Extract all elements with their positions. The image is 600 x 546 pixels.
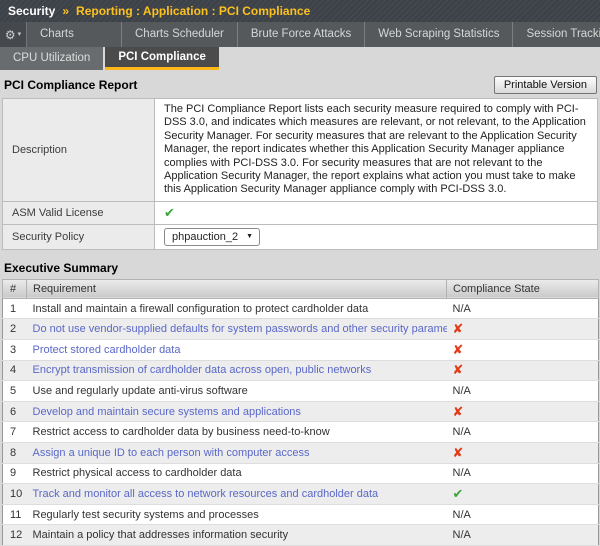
requirement-text: Regularly test security systems and proc… <box>33 509 259 521</box>
compliance-state-na: N/A <box>453 385 471 397</box>
requirement-number: 11 <box>3 504 27 525</box>
compliance-fail-x-icon: ✘ <box>453 321 464 336</box>
breadcrumb-separator-icon: » <box>62 4 69 18</box>
select-caret-icon: ▼ <box>246 233 253 240</box>
summary-section-header: Executive Summary <box>2 250 598 279</box>
printable-version-button[interactable]: Printable Version <box>494 76 597 94</box>
summary-row: 10 Track and monitor all access to networ… <box>3 484 599 505</box>
requirement-number: 3 <box>3 340 27 361</box>
summary-row: 9 Restrict physical access to cardholder … <box>3 463 599 484</box>
valid-license-check-icon: ✔ <box>164 205 175 220</box>
secondary-tabs: CPU UtilizationPCI Compliance <box>0 47 221 70</box>
compliance-pass-check-icon: ✔ <box>453 486 464 501</box>
requirement-number: 7 <box>3 422 27 443</box>
security-policy-selected-value: phpauction_2 <box>172 231 238 243</box>
breadcrumb-path: Reporting : Application : PCI Compliance <box>76 4 310 18</box>
summary-row: 2 Do not use vendor-supplied defaults for… <box>3 319 599 340</box>
compliance-fail-x-icon: ✘ <box>453 445 464 460</box>
compliance-fail-x-icon: ✘ <box>453 362 464 377</box>
tab-charts[interactable]: Charts <box>27 22 122 47</box>
primary-tab-bar: ⚙ ▾ ChartsCharts SchedulerBrute Force At… <box>0 22 600 47</box>
summary-row: 5 Use and regularly update anti-virus sof… <box>3 381 599 402</box>
requirement-text: Install and maintain a firewall configur… <box>33 303 369 315</box>
gear-icon: ⚙ <box>5 29 16 41</box>
requirement-number: 10 <box>3 484 27 505</box>
requirement-link[interactable]: Assign a unique ID to each person with c… <box>33 447 310 459</box>
requirement-number: 1 <box>3 298 27 319</box>
col-header-requirement: Requirement <box>27 279 447 298</box>
summary-row: 8 Assign a unique ID to each person with … <box>3 443 599 464</box>
description-row: Description The PCI Compliance Report li… <box>3 99 598 202</box>
tab-session-tracking-status[interactable]: Session Tracking Status <box>513 22 600 47</box>
compliance-fail-x-icon: ✘ <box>453 404 464 419</box>
tab-cpu-utilization[interactable]: CPU Utilization <box>0 47 103 70</box>
page-content: PCI Compliance Report Printable Version … <box>0 70 600 546</box>
compliance-fail-x-icon: ✘ <box>453 342 464 357</box>
report-section-header: PCI Compliance Report Printable Version <box>2 70 598 98</box>
tab-pci-compliance[interactable]: PCI Compliance <box>105 47 219 70</box>
summary-row: 11 Regularly test security systems and pr… <box>3 504 599 525</box>
requirement-text: Restrict access to cardholder data by bu… <box>33 426 330 438</box>
tab-web-scraping-statistics[interactable]: Web Scraping Statistics <box>365 22 513 47</box>
breadcrumb: Security » Reporting : Application : PCI… <box>0 0 600 22</box>
col-header-number: # <box>3 279 27 298</box>
pci-report-table: Description The PCI Compliance Report li… <box>2 98 598 250</box>
summary-row: 12 Maintain a policy that addresses infor… <box>3 525 599 546</box>
primary-tabs: ChartsCharts SchedulerBrute Force Attack… <box>27 22 600 47</box>
requirement-text: Use and regularly update anti-virus soft… <box>33 385 248 397</box>
breadcrumb-section[interactable]: Security <box>8 4 55 18</box>
secondary-tab-bar: CPU UtilizationPCI Compliance <box>0 47 600 70</box>
compliance-state-na: N/A <box>453 303 471 315</box>
security-policy-label: Security Policy <box>3 224 155 249</box>
description-label: Description <box>3 99 155 202</box>
requirement-number: 2 <box>3 319 27 340</box>
summary-row: 6 Develop and maintain secure systems and… <box>3 401 599 422</box>
executive-summary-table: # Requirement Compliance State 1 Install … <box>2 279 599 546</box>
compliance-state-na: N/A <box>453 509 471 521</box>
compliance-state-na: N/A <box>453 426 471 438</box>
requirement-number: 8 <box>3 443 27 464</box>
requirement-text: Maintain a policy that addresses informa… <box>33 529 289 541</box>
asm-license-label: ASM Valid License <box>3 201 155 224</box>
requirement-number: 9 <box>3 463 27 484</box>
requirement-number: 5 <box>3 381 27 402</box>
summary-row: 3 Protect stored cardholder data ✘ <box>3 340 599 361</box>
compliance-state-na: N/A <box>453 467 471 479</box>
requirement-link[interactable]: Develop and maintain secure systems and … <box>33 406 301 418</box>
summary-row: 7 Restrict access to cardholder data by b… <box>3 422 599 443</box>
summary-row: 4 Encrypt transmission of cardholder data… <box>3 360 599 381</box>
requirement-text: Restrict physical access to cardholder d… <box>33 467 242 479</box>
requirement-link[interactable]: Encrypt transmission of cardholder data … <box>33 364 372 376</box>
compliance-state-na: N/A <box>453 529 471 541</box>
requirement-link[interactable]: Do not use vendor-supplied defaults for … <box>33 323 447 335</box>
summary-title: Executive Summary <box>4 261 597 275</box>
summary-row: 1 Install and maintain a firewall configu… <box>3 298 599 319</box>
summary-header-row: # Requirement Compliance State <box>3 279 599 298</box>
security-policy-row: Security Policy phpauction_2 ▼ <box>3 224 598 249</box>
gear-menu-button[interactable]: ⚙ ▾ <box>0 22 27 47</box>
chevron-down-icon: ▾ <box>18 31 22 38</box>
col-header-compliance-state: Compliance State <box>447 279 599 298</box>
asm-license-row: ASM Valid License ✔ <box>3 201 598 224</box>
tab-charts-scheduler[interactable]: Charts Scheduler <box>122 22 238 47</box>
tab-brute-force-attacks[interactable]: Brute Force Attacks <box>238 22 365 47</box>
requirement-number: 4 <box>3 360 27 381</box>
requirement-link[interactable]: Protect stored cardholder data <box>33 344 181 356</box>
requirement-link[interactable]: Track and monitor all access to network … <box>33 488 379 500</box>
requirement-number: 6 <box>3 401 27 422</box>
description-text: The PCI Compliance Report lists each sec… <box>155 99 598 202</box>
report-title: PCI Compliance Report <box>4 78 137 92</box>
requirement-number: 12 <box>3 525 27 546</box>
security-policy-select[interactable]: phpauction_2 ▼ <box>164 228 260 246</box>
